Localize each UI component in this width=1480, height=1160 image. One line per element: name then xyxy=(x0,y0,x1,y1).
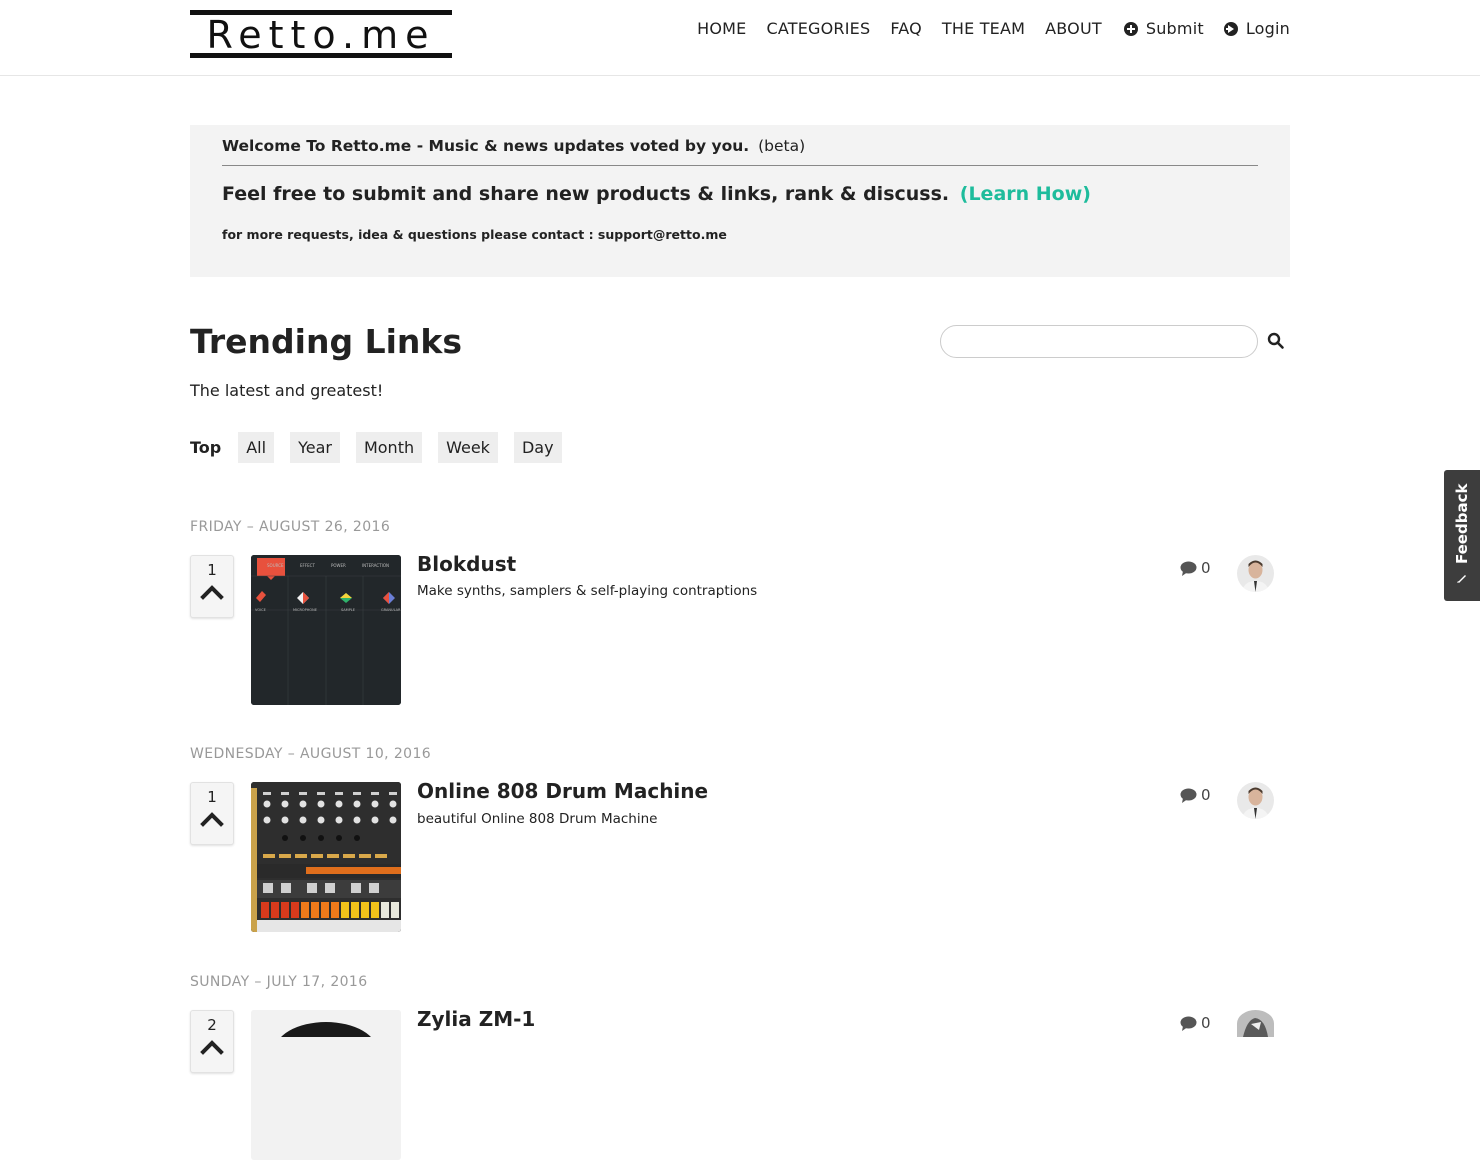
site-header: Retto.me HOME CATEGORIES FAQ THE TEAM AB… xyxy=(0,0,1480,76)
svg-text:SOURCE: SOURCE xyxy=(267,563,284,568)
drum-machine-screenshot xyxy=(251,782,401,932)
contact-text: for more requests, idea & questions plea… xyxy=(222,227,727,242)
submit-label: Submit xyxy=(1145,19,1204,38)
comment-count-value: 0 xyxy=(1201,559,1211,577)
feedback-icon xyxy=(1457,575,1466,583)
comment-icon xyxy=(1180,561,1197,576)
nav-home[interactable]: HOME xyxy=(697,18,746,40)
post-date: WEDNESDAY – AUGUST 10, 2016 xyxy=(190,746,432,762)
user-avatar-photo xyxy=(1237,1010,1274,1037)
time-filter-bar: Top All Year Month Week Day xyxy=(190,432,578,463)
beta-label: (beta) xyxy=(758,137,806,155)
post-description: beautiful Online 808 Drum Machine xyxy=(417,811,658,827)
search-input[interactable] xyxy=(940,325,1258,358)
comment-icon xyxy=(1180,788,1197,803)
vote-box: 1 xyxy=(190,782,234,845)
svg-text:MICROPHONE: MICROPHONE xyxy=(293,608,317,612)
upvote-chevron-up-icon[interactable] xyxy=(200,1037,224,1055)
post-title[interactable]: Online 808 Drum Machine xyxy=(417,779,708,803)
welcome-heading: Welcome To Retto.me - Music & news updat… xyxy=(222,137,1258,166)
filter-week[interactable]: Week xyxy=(438,432,498,463)
nav-about[interactable]: ABOUT xyxy=(1045,18,1102,40)
post-thumbnail[interactable]: SOURCE EFFECT POWER INTERACTION VOICE MICRO… xyxy=(251,555,401,705)
svg-text:INTERACTION: INTERACTION xyxy=(362,563,389,568)
vote-count: 1 xyxy=(207,561,217,579)
filter-day[interactable]: Day xyxy=(513,432,562,463)
vote-box: 2 xyxy=(190,1010,234,1073)
post-thumbnail[interactable] xyxy=(251,782,401,932)
submit-button[interactable]: Submit xyxy=(1123,18,1204,40)
svg-text:POWER: POWER xyxy=(331,563,346,568)
post-date: SUNDAY – JULY 17, 2016 xyxy=(190,974,368,990)
vote-box: 1 xyxy=(190,555,234,618)
svg-text:VOICE: VOICE xyxy=(255,608,266,612)
comment-count-value: 0 xyxy=(1201,1014,1211,1032)
user-avatar-photo xyxy=(1237,555,1274,592)
filter-month[interactable]: Month xyxy=(355,432,423,463)
post-description: Make synths, samplers & self-playing con… xyxy=(417,583,758,599)
upvote-chevron-up-icon[interactable] xyxy=(200,582,224,600)
filter-year[interactable]: Year xyxy=(290,432,340,463)
nav-categories[interactable]: CATEGORIES xyxy=(766,18,870,40)
main-nav: HOME CATEGORIES FAQ THE TEAM ABOUT Submi… xyxy=(677,18,1290,40)
page-subtitle: The latest and greatest! xyxy=(190,381,384,400)
post-title[interactable]: Blokdust xyxy=(417,552,516,576)
plus-circle-icon xyxy=(1123,22,1138,36)
feedback-tab[interactable]: Feedback xyxy=(1444,470,1480,601)
post-thumbnail[interactable] xyxy=(251,1010,401,1160)
learn-how-link[interactable]: (Learn How) xyxy=(960,183,1091,205)
nav-the-team[interactable]: THE TEAM xyxy=(942,18,1025,40)
nav-faq[interactable]: FAQ xyxy=(890,18,922,40)
vote-count: 2 xyxy=(207,1016,217,1034)
login-arrow-icon xyxy=(1223,22,1238,36)
upvote-chevron-up-icon[interactable] xyxy=(200,809,224,827)
svg-text:GRANULAR: GRANULAR xyxy=(381,608,401,612)
post-date: FRIDAY – AUGUST 26, 2016 xyxy=(190,519,391,535)
comment-count[interactable]: 0 xyxy=(1180,786,1211,804)
comment-count[interactable]: 0 xyxy=(1180,1014,1211,1032)
welcome-tagline: Feel free to submit and share new produc… xyxy=(222,183,1091,205)
svg-text:SAMPLE: SAMPLE xyxy=(341,608,355,612)
site-logo[interactable]: Retto.me xyxy=(190,10,452,58)
login-button[interactable]: Login xyxy=(1223,18,1290,40)
comment-icon xyxy=(1180,1016,1197,1031)
welcome-panel: Welcome To Retto.me - Music & news updat… xyxy=(190,125,1290,277)
zylia-product-photo xyxy=(251,1010,401,1082)
comment-count-value: 0 xyxy=(1201,786,1211,804)
feedback-label: Feedback xyxy=(1453,483,1471,565)
tagline-text: Feel free to submit and share new produc… xyxy=(222,183,950,205)
avatar[interactable] xyxy=(1237,782,1274,819)
avatar[interactable] xyxy=(1237,1010,1274,1037)
search-icon[interactable] xyxy=(1267,332,1285,350)
comment-count[interactable]: 0 xyxy=(1180,559,1211,577)
avatar[interactable] xyxy=(1237,555,1274,592)
blokdust-screenshot: SOURCE EFFECT POWER INTERACTION VOICE MICRO… xyxy=(251,555,401,705)
filter-all[interactable]: All xyxy=(238,432,275,463)
svg-text:EFFECT: EFFECT xyxy=(300,563,315,568)
login-label: Login xyxy=(1245,19,1290,38)
vote-count: 1 xyxy=(207,788,217,806)
post-title[interactable]: Zylia ZM-1 xyxy=(417,1007,535,1031)
page-title: Trending Links xyxy=(190,322,462,361)
welcome-title: Welcome To Retto.me - Music & news updat… xyxy=(222,137,750,155)
filter-label: Top xyxy=(190,438,222,457)
user-avatar-photo xyxy=(1237,782,1274,819)
